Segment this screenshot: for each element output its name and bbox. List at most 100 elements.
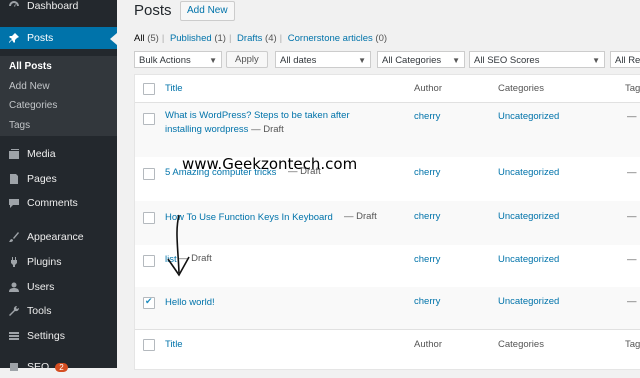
post-state: — Draft <box>344 211 377 222</box>
column-author: Author <box>414 83 442 94</box>
category-link[interactable]: Uncategorized <box>498 254 559 265</box>
column-categories: Categories <box>498 339 544 350</box>
dates-filter-select[interactable]: All dates ▼ <box>275 51 371 68</box>
status-filter-links: All (5) | Published (1) | Drafts (4) | Corn… <box>134 33 388 44</box>
menu-pages[interactable]: Pages <box>0 168 117 190</box>
filter-drafts-count: (4) <box>265 33 277 44</box>
author-link[interactable]: cherry <box>414 167 440 178</box>
users-icon <box>7 280 21 294</box>
seo-scores-filter-select[interactable]: All SEO Scores ▼ <box>469 51 605 68</box>
row-checkbox[interactable] <box>143 255 155 267</box>
apply-button[interactable]: Apply <box>226 51 268 68</box>
filter-drafts[interactable]: Drafts <box>237 33 262 44</box>
pages-icon <box>7 172 21 186</box>
row-checkbox[interactable] <box>143 212 155 224</box>
menu-label: Media <box>27 148 56 160</box>
column-title[interactable]: Title <box>165 83 183 94</box>
filter-published-count: (1) <box>214 33 226 44</box>
chevron-down-icon: ▼ <box>452 56 460 65</box>
submenu-categories[interactable]: Categories <box>9 100 57 111</box>
chevron-down-icon: ▼ <box>592 56 600 65</box>
table-row: list — Draft cherry Uncategorized — <box>135 245 640 287</box>
menu-label: Dashboard <box>27 0 79 12</box>
bulk-actions-select[interactable]: Bulk Actions ▼ <box>134 51 222 68</box>
posts-table: Title Author Categories Tags What is Wor… <box>134 74 640 370</box>
filter-cornerstone[interactable]: Cornerstone articles <box>288 33 373 44</box>
submenu-tags[interactable]: Tags <box>9 120 30 131</box>
admin-sidebar: Dashboard Posts All Posts Add New Catego… <box>0 0 117 373</box>
post-title-link[interactable]: What is WordPress? Steps to be taken aft… <box>165 109 405 123</box>
author-link[interactable]: cherry <box>414 254 440 265</box>
chevron-down-icon: ▼ <box>358 56 366 65</box>
menu-dashboard[interactable]: Dashboard <box>0 0 117 17</box>
tags-value: — <box>627 211 637 222</box>
page-title: Posts <box>134 2 172 19</box>
select-all-checkbox[interactable] <box>143 339 155 351</box>
post-title-link[interactable]: installing wordpress <box>165 124 248 135</box>
row-checkbox[interactable] <box>143 113 155 125</box>
menu-label: Users <box>27 281 55 293</box>
menu-label: Appearance <box>27 231 84 243</box>
seo-badge: 2 <box>55 362 68 372</box>
menu-users[interactable]: Users <box>0 276 117 298</box>
column-title[interactable]: Title <box>165 339 183 350</box>
filter-all[interactable]: All <box>134 33 145 44</box>
filter-cornerstone-count: (0) <box>375 33 388 44</box>
menu-plugins[interactable]: Plugins <box>0 251 117 273</box>
plugin-icon <box>7 255 21 269</box>
menu-label: Comments <box>27 197 78 209</box>
menu-label: Posts <box>27 32 54 44</box>
post-title-cell: What is WordPress? Steps to be taken aft… <box>165 109 405 137</box>
select-all-checkbox[interactable] <box>143 83 155 95</box>
category-link[interactable]: Uncategorized <box>498 167 559 178</box>
submenu-add-new[interactable]: Add New <box>9 81 50 92</box>
column-author: Author <box>414 339 442 350</box>
tags-value: — <box>627 167 637 178</box>
tags-value: — <box>627 296 637 307</box>
filter-all-count: (5) <box>147 33 159 44</box>
menu-label: SEO <box>27 361 50 373</box>
submenu-all-posts[interactable]: All Posts <box>9 61 52 72</box>
menu-posts[interactable]: Posts <box>0 27 117 49</box>
menu-appearance[interactable]: Appearance <box>0 226 117 248</box>
tags-value: — <box>627 254 637 265</box>
add-new-button[interactable]: Add New <box>180 1 235 21</box>
row-checkbox[interactable] <box>143 296 155 309</box>
category-link[interactable]: Uncategorized <box>498 111 559 122</box>
table-footer: Title Author Categories Tags <box>135 329 640 357</box>
chevron-down-icon: ▼ <box>209 56 217 65</box>
author-link[interactable]: cherry <box>414 111 440 122</box>
filter-published[interactable]: Published <box>170 33 212 44</box>
column-tags: Tags <box>625 339 640 350</box>
category-link[interactable]: Uncategorized <box>498 211 559 222</box>
menu-label: Tools <box>27 305 52 317</box>
comments-icon <box>7 196 21 210</box>
author-link[interactable]: cherry <box>414 296 440 307</box>
media-icon <box>7 147 21 161</box>
pin-icon <box>7 31 21 45</box>
seo-icon <box>7 360 21 374</box>
hand-drawn-arrow <box>167 214 190 277</box>
menu-seo[interactable]: SEO 2 <box>0 356 117 378</box>
menu-media[interactable]: Media <box>0 143 117 165</box>
settings-icon <box>7 329 21 343</box>
categories-filter-select[interactable]: All Categories ▼ <box>377 51 465 68</box>
row-checkbox[interactable] <box>143 168 155 180</box>
category-link[interactable]: Uncategorized <box>498 296 559 307</box>
menu-tools[interactable]: Tools <box>0 300 117 322</box>
author-link[interactable]: cherry <box>414 211 440 222</box>
watermark-text: www.Geekzontech.com <box>182 155 358 173</box>
brush-icon <box>7 230 21 244</box>
menu-label: Plugins <box>27 256 62 268</box>
table-row: How To Use Function Keys In Keyboard — D… <box>135 201 640 245</box>
table-row: Hello world! cherry Uncategorized — <box>135 287 640 329</box>
menu-settings[interactable]: Settings <box>0 325 117 347</box>
table-row: What is WordPress? Steps to be taken aft… <box>135 103 640 157</box>
column-categories: Categories <box>498 83 544 94</box>
menu-comments[interactable]: Comments <box>0 192 117 214</box>
tags-value: — <box>627 111 637 122</box>
readability-filter-select[interactable]: All Rea▼ <box>610 51 640 68</box>
posts-submenu: All Posts Add New Categories Tags <box>0 56 117 136</box>
post-title-link[interactable]: Hello world! <box>165 296 215 310</box>
active-arrow <box>110 33 117 45</box>
